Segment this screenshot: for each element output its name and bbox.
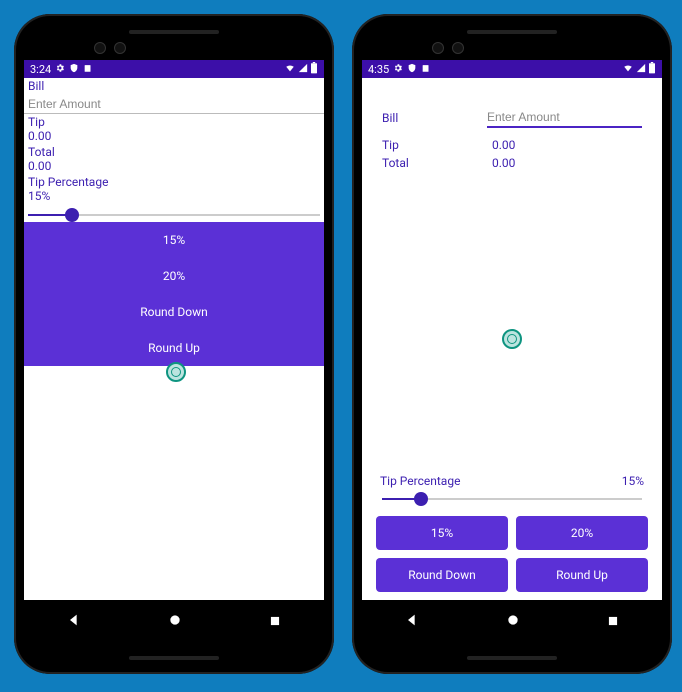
gear-icon [55,63,65,76]
tip-slider[interactable] [28,208,320,222]
phone-inner: 3:24 [24,24,324,664]
round-up-button[interactable]: Round Up [516,558,648,592]
bezel-bottom [24,644,324,664]
nav-back-icon[interactable] [66,612,82,632]
signal-icon [636,63,646,76]
gear-icon [393,63,403,76]
total-label: Total [382,156,492,170]
wifi-icon [622,63,634,76]
nav-home-icon[interactable] [167,612,183,632]
tip-20-button[interactable]: 20% [516,516,648,550]
signal-icon [298,63,308,76]
tip-percentage-label: Tip Percentage [380,474,460,488]
tip-percentage-label: Tip Percentage [24,174,324,189]
slider-thumb[interactable] [65,208,79,222]
status-time: 4:35 [368,63,389,76]
battery-icon [310,62,318,77]
nav-bar [362,600,662,644]
app-content: Bill Tip 0.00 Total 0.00 Tip Per [362,78,662,600]
bill-label: Bill [382,111,487,125]
shield-icon [69,63,79,76]
center-marker-icon [166,362,186,382]
phone-right: 4:35 [352,14,672,674]
center-marker-icon [502,329,522,349]
tip-percentage-value: 15% [622,474,644,488]
tip-15-button[interactable]: 15% [376,516,508,550]
slider-thumb[interactable] [414,492,428,506]
status-bar: 4:35 [362,60,662,78]
total-label: Total [24,144,324,159]
wifi-icon [284,63,296,76]
nav-recent-icon[interactable] [606,613,620,632]
bill-label: Bill [24,78,324,93]
screen: 3:24 [24,60,324,600]
tip-label: Tip [382,138,492,152]
tip-15-button[interactable]: 15% [24,222,324,258]
bill-input[interactable] [24,95,324,114]
phone-inner: 4:35 [362,24,662,664]
nav-home-icon[interactable] [505,612,521,632]
nav-back-icon[interactable] [404,612,420,632]
status-time: 3:24 [30,63,51,76]
card-icon [83,63,93,76]
round-down-button[interactable]: Round Down [24,294,324,330]
bezel-bottom [362,644,662,664]
tip-slider[interactable] [382,492,642,506]
tip-value: 0.00 [24,129,324,144]
shield-icon [407,63,417,76]
nav-bar [24,600,324,644]
app-content: Bill Tip 0.00 Total 0.00 Tip Percentage … [24,78,324,600]
total-value: 0.00 [492,156,515,170]
total-value: 0.00 [24,159,324,174]
tip-label: Tip [24,114,324,129]
screen: 4:35 [362,60,662,600]
round-up-button[interactable]: Round Up [24,330,324,366]
button-stack: 15% 20% Round Down Round Up [24,222,324,366]
round-down-button[interactable]: Round Down [376,558,508,592]
phone-left: 3:24 [14,14,334,674]
tip-value: 0.00 [492,138,515,152]
status-bar: 3:24 [24,60,324,78]
bill-input[interactable] [487,108,642,128]
bezel-top [24,24,324,60]
bezel-top [362,24,662,60]
tip-20-button[interactable]: 20% [24,258,324,294]
nav-recent-icon[interactable] [268,613,282,632]
battery-icon [648,62,656,77]
tip-percentage-value: 15% [24,189,324,204]
card-icon [421,63,431,76]
